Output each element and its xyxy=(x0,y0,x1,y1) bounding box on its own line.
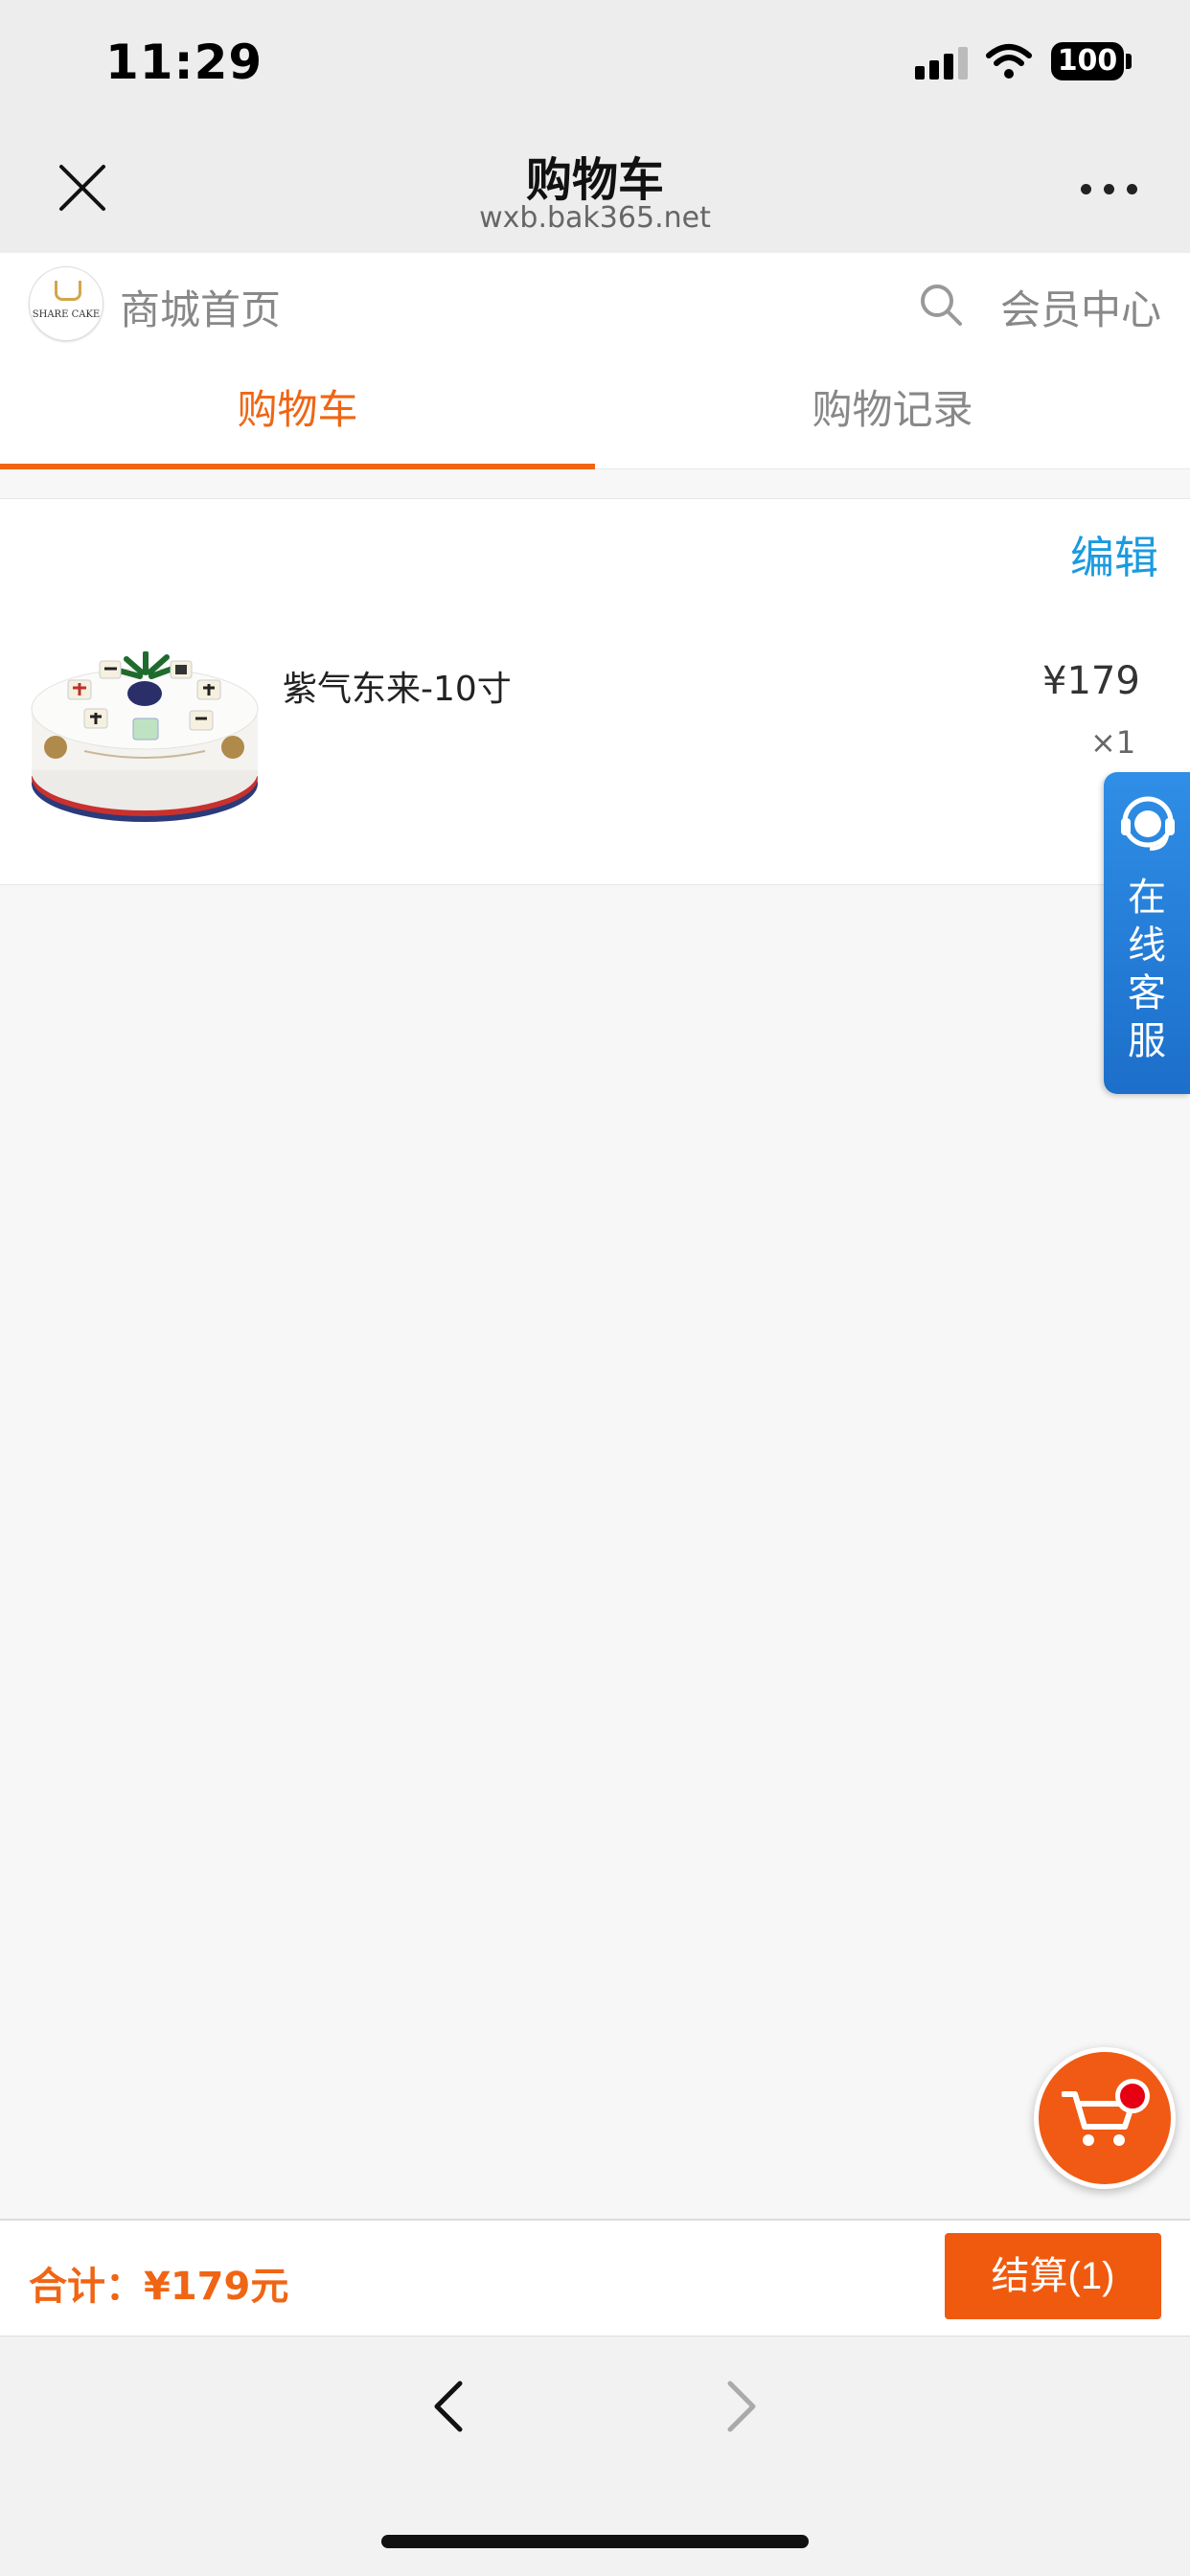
product-quantity: ×1 xyxy=(1090,724,1136,761)
product-name[interactable]: 紫气东来-10寸 xyxy=(283,661,512,711)
battery-tip xyxy=(1126,54,1132,69)
page-url: wxb.bak365.net xyxy=(479,201,711,235)
online-service-label: 在线客服 xyxy=(1128,876,1166,1063)
page-title: 购物车 xyxy=(525,153,664,207)
back-arrow-icon[interactable] xyxy=(427,2376,469,2437)
search-icon[interactable] xyxy=(918,282,964,328)
cart-badge xyxy=(1115,2079,1150,2113)
tab-cart[interactable]: 购物车 xyxy=(0,356,595,469)
checkout-button[interactable]: 结算(1) xyxy=(945,2233,1161,2319)
signal-icon xyxy=(915,45,969,80)
member-center-link[interactable]: 会员中心 xyxy=(1000,278,1161,336)
edit-button[interactable]: 编辑 xyxy=(1070,523,1158,586)
headset-icon xyxy=(1121,796,1175,851)
status-time: 11:29 xyxy=(105,34,263,90)
product-image[interactable] xyxy=(27,651,263,833)
tab-purchase-history[interactable]: 购物记录 xyxy=(595,356,1190,469)
logo-text: SHARE CAKE xyxy=(32,309,101,320)
product-price: ¥179 xyxy=(1042,659,1140,703)
home-indicator xyxy=(381,2535,809,2548)
battery-icon: 100 xyxy=(1051,42,1124,80)
forward-arrow-icon[interactable] xyxy=(721,2376,763,2437)
active-tab-indicator xyxy=(0,464,595,469)
home-link[interactable]: 商城首页 xyxy=(120,278,281,336)
wifi-icon xyxy=(986,44,1032,79)
crown-icon xyxy=(55,281,81,301)
total-amount: 合计：¥179元 xyxy=(29,2265,289,2309)
shop-logo[interactable]: SHARE CAKE xyxy=(29,266,103,341)
more-options-button[interactable] xyxy=(1081,182,1138,195)
